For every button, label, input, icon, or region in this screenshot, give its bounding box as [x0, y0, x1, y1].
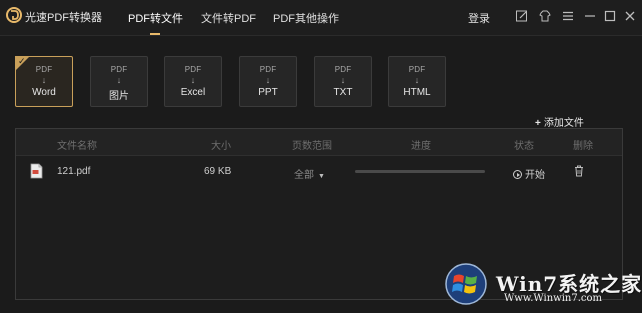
shirt-icon[interactable] [538, 9, 552, 23]
trash-icon[interactable] [574, 165, 584, 177]
title-bar: 光速PDF转换器 PDF转文件 文件转PDF PDF其他操作 登录 [0, 0, 642, 36]
pdf-file-icon [30, 163, 43, 179]
table-row[interactable]: 121.pdf 69 KB 全部 ▼ 开始 [16, 159, 622, 183]
maximize-icon[interactable] [603, 9, 617, 23]
format-from-label: PDF [334, 65, 352, 74]
arrow-down-icon: ↓ [116, 75, 122, 85]
tab-file-to-pdf[interactable]: 文件转PDF [201, 10, 256, 26]
page-range-value: 全部 [294, 170, 314, 181]
arrow-down-icon: ↓ [41, 75, 47, 85]
file-name: 121.pdf [57, 166, 91, 177]
format-tile-html[interactable]: PDF ↓ HTML [388, 56, 446, 107]
progress-bar [355, 170, 485, 173]
column-header-size: 大小 [211, 141, 231, 152]
app-title: 光速PDF转换器 [25, 12, 102, 24]
play-icon [513, 170, 522, 179]
add-file-button[interactable]: + 添加文件 [535, 114, 605, 129]
arrow-down-icon: ↓ [265, 75, 271, 85]
format-to-label: PPT [258, 87, 278, 98]
format-tile-ppt[interactable]: PDF ↓ PPT [239, 56, 297, 107]
format-to-label: TXT [333, 87, 353, 98]
close-icon[interactable] [623, 9, 637, 23]
arrow-down-icon: ↓ [414, 75, 420, 85]
column-header-status: 状态 [514, 141, 534, 152]
file-list-header: 文件名称 大小 页数范围 进度 状态 删除 [16, 129, 622, 156]
arrow-down-icon: ↓ [190, 75, 196, 85]
column-header-page-range: 页数范围 [292, 141, 332, 152]
tab-pdf-other-operations[interactable]: PDF其他操作 [273, 10, 339, 26]
format-from-label: PDF [259, 65, 277, 74]
caret-down-icon: ▼ [318, 173, 325, 180]
windows-logo-icon [445, 263, 487, 305]
column-header-delete: 删除 [573, 141, 593, 152]
start-button[interactable]: 开始 [513, 166, 545, 181]
format-tile-word[interactable]: ✓ PDF ↓ Word [15, 56, 73, 107]
column-header-file-name: 文件名称 [57, 141, 97, 152]
check-icon: ✓ [18, 56, 26, 66]
format-tile-excel[interactable]: PDF ↓ Excel [164, 56, 222, 107]
format-from-label: PDF [110, 65, 128, 74]
file-size: 69 KB [204, 166, 232, 177]
edit-icon[interactable] [515, 9, 529, 23]
login-button[interactable]: 登录 [468, 10, 490, 26]
format-from-label: PDF [408, 65, 426, 74]
format-to-label: 图片 [109, 91, 129, 102]
format-to-label: HTML [403, 87, 431, 98]
format-tile-image[interactable]: PDF ↓ 图片 [90, 56, 148, 107]
format-to-label: Word [32, 87, 56, 98]
watermark-url: Www.Winwin7.com [504, 293, 602, 304]
format-tile-txt[interactable]: PDF ↓ TXT [314, 56, 372, 107]
format-to-label: Excel [180, 87, 206, 98]
active-tab-indicator [150, 33, 160, 35]
app-logo-icon [6, 7, 22, 23]
page-range-select[interactable]: 全部 ▼ [294, 166, 325, 181]
tab-pdf-to-file[interactable]: PDF转文件 [128, 10, 183, 26]
menu-icon[interactable] [561, 9, 575, 23]
minimize-icon[interactable] [583, 9, 597, 23]
format-from-label: PDF [184, 65, 202, 74]
status-label: 开始 [525, 170, 545, 181]
watermark: Win7系统之家 Www.Winwin7.com [440, 262, 642, 313]
column-header-progress: 进度 [411, 141, 431, 152]
arrow-down-icon: ↓ [340, 75, 346, 85]
